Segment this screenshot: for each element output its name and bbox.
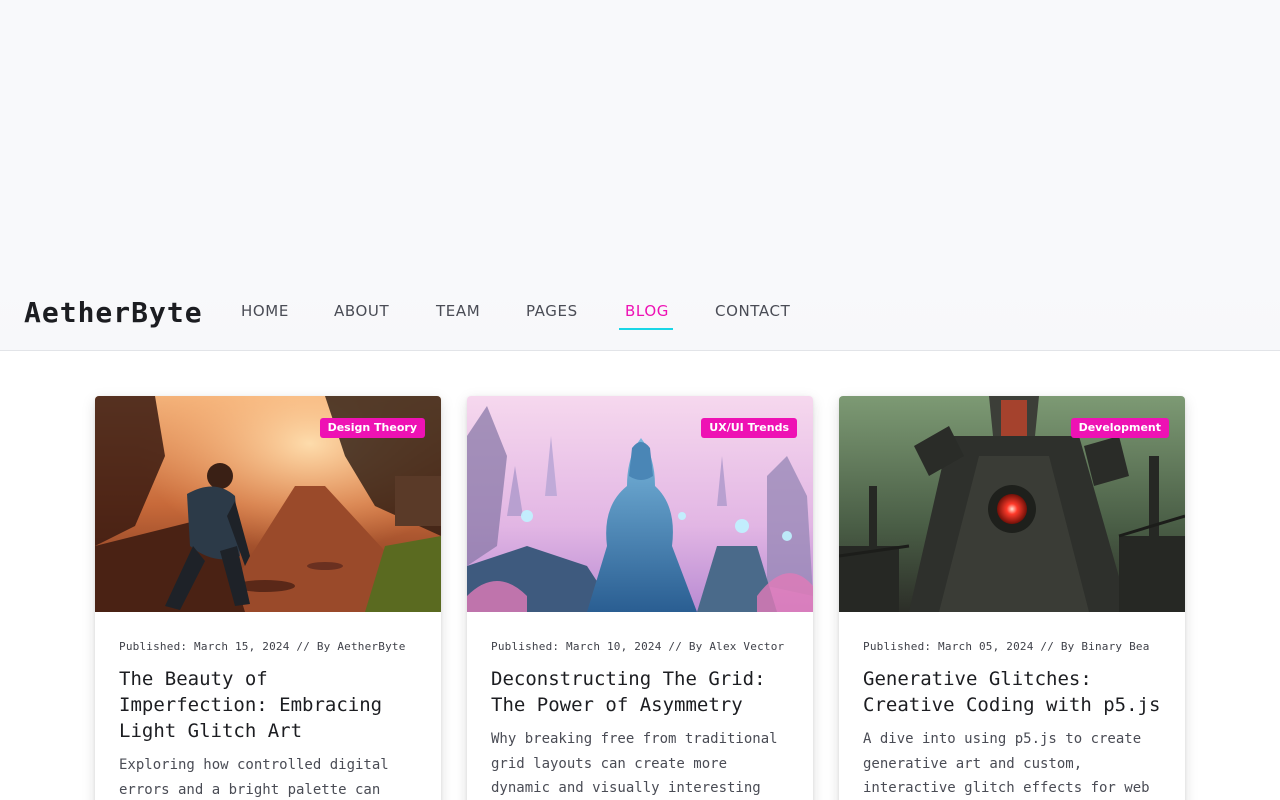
post-card[interactable]: Development Published: March 05, 2024 //… [839,396,1185,800]
post-title[interactable]: Deconstructing The Grid: The Power of As… [491,666,791,718]
category-badge[interactable]: UX/UI Trends [701,418,797,438]
post-excerpt: A dive into using p5.js to create genera… [863,731,1150,796]
nav-contact[interactable]: CONTACT [715,302,790,320]
post-meta: Published: March 05, 2024 // By Binary B… [863,640,1150,653]
brand-logo[interactable]: AetherByte [24,296,203,329]
post-title[interactable]: The Beauty of Imperfection: Embracing Li… [119,666,419,744]
post-image[interactable]: Design Theory [95,396,441,612]
nav-pages[interactable]: PAGES [526,302,578,320]
nav-active-underline [619,328,673,330]
nav-team[interactable]: TEAM [436,302,480,320]
post-card[interactable]: Design Theory Published: March 15, 2024 … [95,396,441,800]
post-meta: Published: March 15, 2024 // By AetherBy… [119,640,406,653]
post-title[interactable]: Generative Glitches: Creative Coding wit… [863,666,1163,718]
post-card[interactable]: UX/UI Trends Published: March 10, 2024 /… [467,396,813,800]
post-meta: Published: March 10, 2024 // By Alex Vec… [491,640,785,653]
category-badge[interactable]: Development [1070,418,1169,438]
post-image[interactable]: Development [839,396,1185,612]
nav-blog[interactable]: BLOG [625,302,669,320]
nav-home[interactable]: HOME [241,302,289,320]
post-image[interactable]: UX/UI Trends [467,396,813,612]
post-excerpt: Exploring how controlled digital errors … [119,757,389,798]
category-badge[interactable]: Design Theory [319,418,425,438]
nav-about[interactable]: ABOUT [334,302,389,320]
post-excerpt: Why breaking free from traditional grid … [491,731,778,796]
